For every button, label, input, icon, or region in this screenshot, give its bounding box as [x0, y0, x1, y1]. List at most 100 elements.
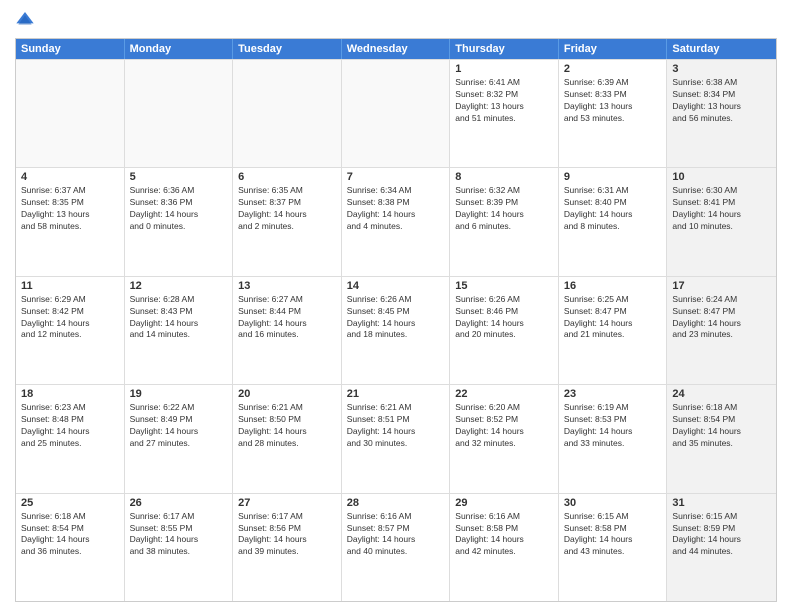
- calendar-cell-31: 31 Sunrise: 6:15 AM Sunset: 8:59 PM Dayli…: [667, 494, 776, 601]
- day-number-27: 27: [238, 497, 336, 509]
- day-number-28: 28: [347, 497, 445, 509]
- calendar-row-1: 4 Sunrise: 6:37 AM Sunset: 8:35 PM Daylig…: [16, 167, 776, 275]
- day-number-29: 29: [455, 497, 553, 509]
- day-number-14: 14: [347, 280, 445, 292]
- cell-info-20: Sunrise: 6:21 AM Sunset: 8:50 PM Dayligh…: [238, 402, 336, 450]
- day-number-20: 20: [238, 388, 336, 400]
- calendar-cell-empty-0-0: [16, 60, 125, 167]
- cell-info-4: Sunrise: 6:37 AM Sunset: 8:35 PM Dayligh…: [21, 185, 119, 233]
- calendar-cell-26: 26 Sunrise: 6:17 AM Sunset: 8:55 PM Dayli…: [125, 494, 234, 601]
- calendar-cell-4: 4 Sunrise: 6:37 AM Sunset: 8:35 PM Daylig…: [16, 168, 125, 275]
- calendar-cell-22: 22 Sunrise: 6:20 AM Sunset: 8:52 PM Dayli…: [450, 385, 559, 492]
- day-number-15: 15: [455, 280, 553, 292]
- day-number-24: 24: [672, 388, 771, 400]
- day-number-13: 13: [238, 280, 336, 292]
- calendar-cell-2: 2 Sunrise: 6:39 AM Sunset: 8:33 PM Daylig…: [559, 60, 668, 167]
- calendar-cell-20: 20 Sunrise: 6:21 AM Sunset: 8:50 PM Dayli…: [233, 385, 342, 492]
- header-day-saturday: Saturday: [667, 39, 776, 59]
- calendar-cell-25: 25Sunrise: 6:18 AM Sunset: 8:54 PM Dayli…: [16, 494, 125, 601]
- cell-info-17: Sunrise: 6:24 AM Sunset: 8:47 PM Dayligh…: [672, 294, 771, 342]
- calendar-cell-9: 9 Sunrise: 6:31 AM Sunset: 8:40 PM Daylig…: [559, 168, 668, 275]
- calendar-cell-11: 11 Sunrise: 6:29 AM Sunset: 8:42 PM Dayli…: [16, 277, 125, 384]
- calendar-cell-7: 7Sunrise: 6:34 AM Sunset: 8:38 PM Daylig…: [342, 168, 451, 275]
- cell-info-24: Sunrise: 6:18 AM Sunset: 8:54 PM Dayligh…: [672, 402, 771, 450]
- calendar-cell-16: 16Sunrise: 6:25 AM Sunset: 8:47 PM Dayli…: [559, 277, 668, 384]
- cell-info-9: Sunrise: 6:31 AM Sunset: 8:40 PM Dayligh…: [564, 185, 662, 233]
- cell-info-14: Sunrise: 6:26 AM Sunset: 8:45 PM Dayligh…: [347, 294, 445, 342]
- cell-info-21: Sunrise: 6:21 AM Sunset: 8:51 PM Dayligh…: [347, 402, 445, 450]
- day-number-23: 23: [564, 388, 662, 400]
- calendar-cell-19: 19Sunrise: 6:22 AM Sunset: 8:49 PM Dayli…: [125, 385, 234, 492]
- day-number-12: 12: [130, 280, 228, 292]
- day-number-9: 9: [564, 171, 662, 183]
- cell-info-30: Sunrise: 6:15 AM Sunset: 8:58 PM Dayligh…: [564, 511, 662, 559]
- cell-info-31: Sunrise: 6:15 AM Sunset: 8:59 PM Dayligh…: [672, 511, 771, 559]
- calendar-cell-15: 15Sunrise: 6:26 AM Sunset: 8:46 PM Dayli…: [450, 277, 559, 384]
- calendar-header: SundayMondayTuesdayWednesdayThursdayFrid…: [16, 39, 776, 59]
- calendar-cell-28: 28 Sunrise: 6:16 AM Sunset: 8:57 PM Dayli…: [342, 494, 451, 601]
- cell-info-3: Sunrise: 6:38 AM Sunset: 8:34 PM Dayligh…: [672, 77, 771, 125]
- calendar-cell-8: 8 Sunrise: 6:32 AM Sunset: 8:39 PM Daylig…: [450, 168, 559, 275]
- cell-info-10: Sunrise: 6:30 AM Sunset: 8:41 PM Dayligh…: [672, 185, 771, 233]
- header-day-friday: Friday: [559, 39, 668, 59]
- day-number-18: 18: [21, 388, 119, 400]
- cell-info-13: Sunrise: 6:27 AM Sunset: 8:44 PM Dayligh…: [238, 294, 336, 342]
- cell-info-6: Sunrise: 6:35 AM Sunset: 8:37 PM Dayligh…: [238, 185, 336, 233]
- day-number-25: 25: [21, 497, 119, 509]
- day-number-22: 22: [455, 388, 553, 400]
- calendar-cell-3: 3 Sunrise: 6:38 AM Sunset: 8:34 PM Daylig…: [667, 60, 776, 167]
- calendar-cell-12: 12 Sunrise: 6:28 AM Sunset: 8:43 PM Dayli…: [125, 277, 234, 384]
- day-number-7: 7: [347, 171, 445, 183]
- day-number-11: 11: [21, 280, 119, 292]
- cell-info-26: Sunrise: 6:17 AM Sunset: 8:55 PM Dayligh…: [130, 511, 228, 559]
- day-number-6: 6: [238, 171, 336, 183]
- cell-info-8: Sunrise: 6:32 AM Sunset: 8:39 PM Dayligh…: [455, 185, 553, 233]
- cell-info-5: Sunrise: 6:36 AM Sunset: 8:36 PM Dayligh…: [130, 185, 228, 233]
- cell-info-18: Sunrise: 6:23 AM Sunset: 8:48 PM Dayligh…: [21, 402, 119, 450]
- calendar-body: 1 Sunrise: 6:41 AM Sunset: 8:32 PM Daylig…: [16, 59, 776, 601]
- day-number-16: 16: [564, 280, 662, 292]
- cell-info-11: Sunrise: 6:29 AM Sunset: 8:42 PM Dayligh…: [21, 294, 119, 342]
- calendar-cell-29: 29 Sunrise: 6:16 AM Sunset: 8:58 PM Dayli…: [450, 494, 559, 601]
- header: [15, 10, 777, 30]
- header-day-wednesday: Wednesday: [342, 39, 451, 59]
- calendar-cell-1: 1 Sunrise: 6:41 AM Sunset: 8:32 PM Daylig…: [450, 60, 559, 167]
- cell-info-29: Sunrise: 6:16 AM Sunset: 8:58 PM Dayligh…: [455, 511, 553, 559]
- cell-info-22: Sunrise: 6:20 AM Sunset: 8:52 PM Dayligh…: [455, 402, 553, 450]
- cell-info-28: Sunrise: 6:16 AM Sunset: 8:57 PM Dayligh…: [347, 511, 445, 559]
- calendar-cell-empty-0-2: [233, 60, 342, 167]
- calendar-cell-5: 5Sunrise: 6:36 AM Sunset: 8:36 PM Daylig…: [125, 168, 234, 275]
- header-day-sunday: Sunday: [16, 39, 125, 59]
- calendar-row-3: 18 Sunrise: 6:23 AM Sunset: 8:48 PM Dayli…: [16, 384, 776, 492]
- calendar-cell-empty-0-1: [125, 60, 234, 167]
- day-number-3: 3: [672, 63, 771, 75]
- day-number-30: 30: [564, 497, 662, 509]
- calendar-cell-6: 6 Sunrise: 6:35 AM Sunset: 8:37 PM Daylig…: [233, 168, 342, 275]
- calendar-cell-13: 13 Sunrise: 6:27 AM Sunset: 8:44 PM Dayli…: [233, 277, 342, 384]
- cell-info-23: Sunrise: 6:19 AM Sunset: 8:53 PM Dayligh…: [564, 402, 662, 450]
- day-number-10: 10: [672, 171, 771, 183]
- day-number-4: 4: [21, 171, 119, 183]
- day-number-17: 17: [672, 280, 771, 292]
- logo: [15, 10, 39, 30]
- logo-icon: [15, 10, 35, 30]
- calendar: SundayMondayTuesdayWednesdayThursdayFrid…: [15, 38, 777, 602]
- calendar-cell-18: 18 Sunrise: 6:23 AM Sunset: 8:48 PM Dayli…: [16, 385, 125, 492]
- cell-info-2: Sunrise: 6:39 AM Sunset: 8:33 PM Dayligh…: [564, 77, 662, 125]
- day-number-2: 2: [564, 63, 662, 75]
- cell-info-1: Sunrise: 6:41 AM Sunset: 8:32 PM Dayligh…: [455, 77, 553, 125]
- header-day-tuesday: Tuesday: [233, 39, 342, 59]
- calendar-cell-14: 14 Sunrise: 6:26 AM Sunset: 8:45 PM Dayli…: [342, 277, 451, 384]
- cell-info-12: Sunrise: 6:28 AM Sunset: 8:43 PM Dayligh…: [130, 294, 228, 342]
- calendar-row-4: 25Sunrise: 6:18 AM Sunset: 8:54 PM Dayli…: [16, 493, 776, 601]
- calendar-cell-27: 27 Sunrise: 6:17 AM Sunset: 8:56 PM Dayli…: [233, 494, 342, 601]
- page: SundayMondayTuesdayWednesdayThursdayFrid…: [0, 0, 792, 612]
- calendar-row-2: 11 Sunrise: 6:29 AM Sunset: 8:42 PM Dayli…: [16, 276, 776, 384]
- cell-info-27: Sunrise: 6:17 AM Sunset: 8:56 PM Dayligh…: [238, 511, 336, 559]
- day-number-26: 26: [130, 497, 228, 509]
- day-number-8: 8: [455, 171, 553, 183]
- calendar-cell-30: 30 Sunrise: 6:15 AM Sunset: 8:58 PM Dayli…: [559, 494, 668, 601]
- day-number-31: 31: [672, 497, 771, 509]
- day-number-1: 1: [455, 63, 553, 75]
- calendar-cell-10: 10 Sunrise: 6:30 AM Sunset: 8:41 PM Dayli…: [667, 168, 776, 275]
